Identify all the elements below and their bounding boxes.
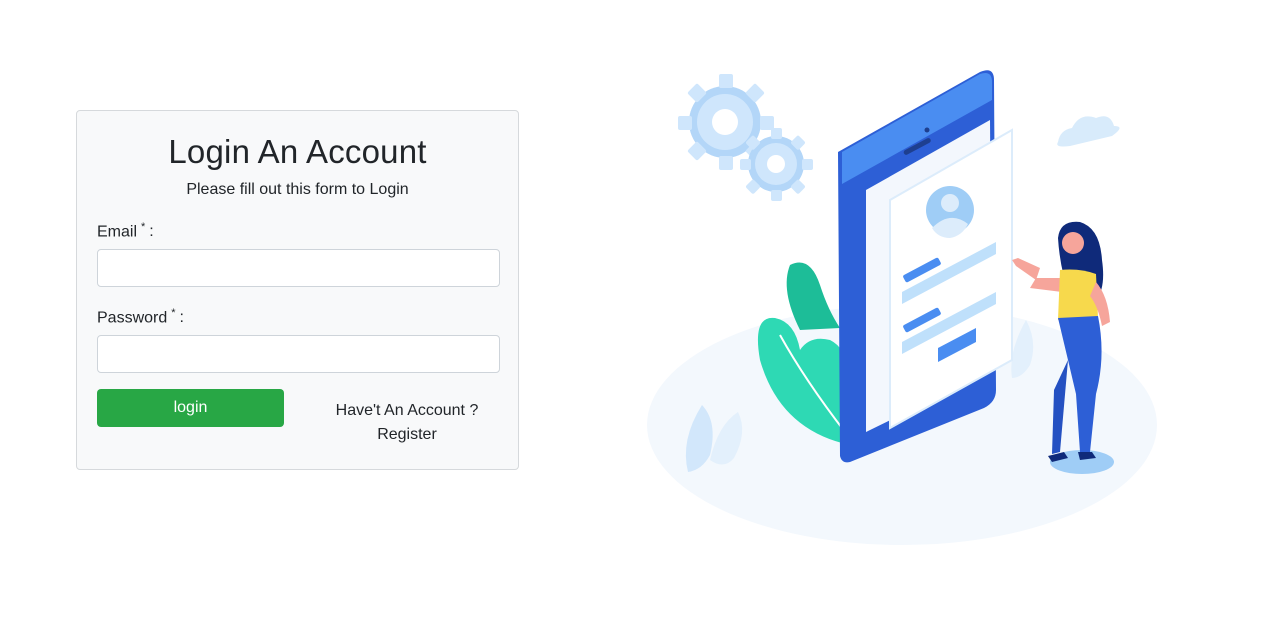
required-marker: * <box>171 307 176 319</box>
password-field[interactable] <box>97 335 500 373</box>
login-page: Login An Account Please fill out this fo… <box>0 0 1288 631</box>
register-prompt: Have't An Account ? Register <box>317 399 497 447</box>
login-illustration <box>647 70 1157 545</box>
password-label: Password *: <box>97 307 184 327</box>
login-card: Login An Account Please fill out this fo… <box>76 110 519 470</box>
label-colon: : <box>149 223 154 241</box>
form-subtitle: Please fill out this form to Login <box>186 181 409 198</box>
gear-icon <box>740 128 813 201</box>
cloud-icon <box>1057 116 1120 147</box>
label-colon: : <box>179 309 184 327</box>
required-marker: * <box>141 221 146 233</box>
account-question: Have't An Account ? <box>335 402 479 419</box>
login-button[interactable]: login <box>97 389 284 427</box>
email-label-text: Email <box>97 223 138 241</box>
email-field[interactable] <box>97 249 500 287</box>
email-label: Email *: <box>97 221 154 241</box>
register-link[interactable]: Register <box>317 423 497 447</box>
page-title: Login An Account <box>168 133 427 170</box>
password-label-text: Password <box>97 309 168 327</box>
